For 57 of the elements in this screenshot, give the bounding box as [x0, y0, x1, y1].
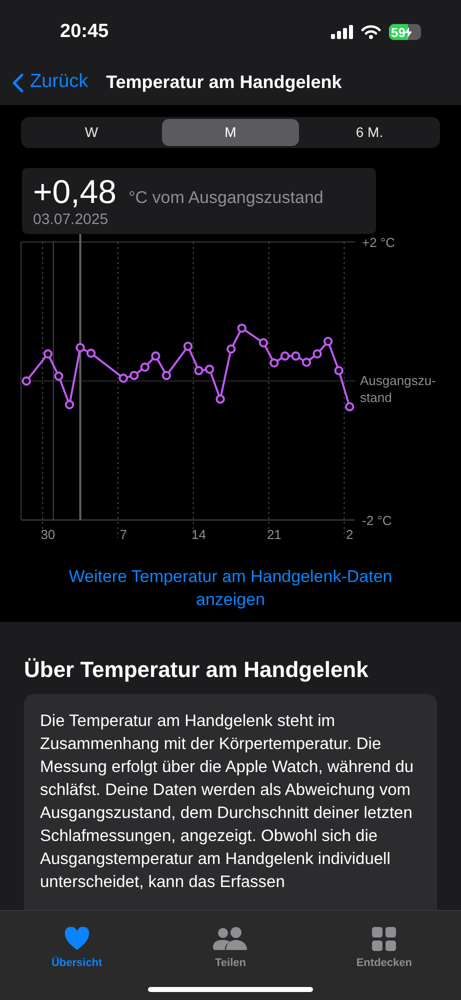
chevron-left-icon [12, 72, 24, 92]
data-point[interactable] [194, 366, 204, 376]
axis-label: 21 [266, 527, 282, 542]
data-point[interactable] [323, 336, 333, 346]
data-point[interactable] [183, 342, 193, 351]
battery-level: 59 [390, 26, 406, 38]
wifi-icon [361, 25, 381, 39]
data-point[interactable] [226, 344, 236, 354]
axis-label: +2 °C [362, 235, 396, 250]
data-point[interactable] [140, 362, 150, 372]
signal-icon [331, 25, 353, 39]
data-point[interactable] [151, 351, 160, 361]
data-point[interactable] [86, 348, 96, 358]
status-time: 20:45 [60, 20, 109, 44]
axis-label: 30 [40, 527, 56, 542]
segment-tab[interactable]: M [162, 119, 299, 146]
data-point[interactable] [280, 351, 290, 361]
readout-date: 03.07.2025 [33, 212, 110, 228]
tab-item[interactable]: Entdecken [307, 919, 461, 971]
data-point[interactable] [345, 402, 354, 412]
info-text: Die Temperatur am Handgelenk steht im Zusammenhang mit der Körpertemperatur. Die Messung erfolgt über die Apple Watch, während du schläfst. Deine Daten werden als Abweichung vom Ausgangszustand, dem Durchschnitt deiner letzten Schlafmessungen, angezeigt. Obwohl sich die Ausgangstemperatur am Handgelenk individuell unterscheidet, kann das Erfassen [40, 711, 415, 893]
data-point[interactable] [130, 370, 139, 380]
baseline-label: Ausgangszu-stand [360, 372, 437, 406]
data-point[interactable] [302, 358, 312, 367]
grid-icon [372, 926, 396, 950]
readout-unit: °C vom Ausgangszustand [128, 187, 324, 209]
data-point[interactable] [334, 366, 344, 376]
section-heading: Über Temperatur am Handgelenk [24, 656, 370, 684]
tab-item[interactable]: Übersicht [0, 919, 154, 971]
data-point[interactable] [64, 400, 74, 410]
data-point[interactable] [76, 343, 85, 352]
heart-icon [64, 926, 90, 950]
data-point[interactable] [54, 372, 64, 381]
axis-label: 7 [120, 527, 127, 542]
data-point[interactable] [118, 374, 128, 383]
axis-label: -2 °C [362, 513, 392, 528]
data-point[interactable] [216, 394, 225, 404]
data-point[interactable] [204, 364, 214, 374]
data-point[interactable] [270, 358, 279, 368]
more-data-link[interactable]: Weitere Temperatur am Handgelenk-Daten anzeigen [66, 565, 396, 622]
data-point[interactable] [312, 349, 322, 358]
axis-label: 14 [192, 527, 206, 542]
back-button[interactable]: Zurück [12, 68, 88, 97]
bolt-icon [405, 26, 412, 38]
nav-title: Temperatur am Handgelenk [106, 71, 342, 94]
data-point[interactable] [237, 324, 246, 333]
data-point[interactable] [291, 351, 300, 361]
readout-value: +0,48 [33, 172, 116, 212]
tab-item[interactable]: Teilen [154, 919, 308, 971]
data-point[interactable] [43, 349, 53, 358]
data-point[interactable] [162, 370, 172, 380]
axis-label: 2 [346, 527, 354, 542]
data-point[interactable] [258, 338, 268, 348]
data-point[interactable] [22, 376, 31, 386]
people-icon [213, 926, 248, 950]
segment-tab[interactable]: W [23, 119, 160, 146]
segment-tab[interactable]: 6 M. [301, 119, 438, 146]
